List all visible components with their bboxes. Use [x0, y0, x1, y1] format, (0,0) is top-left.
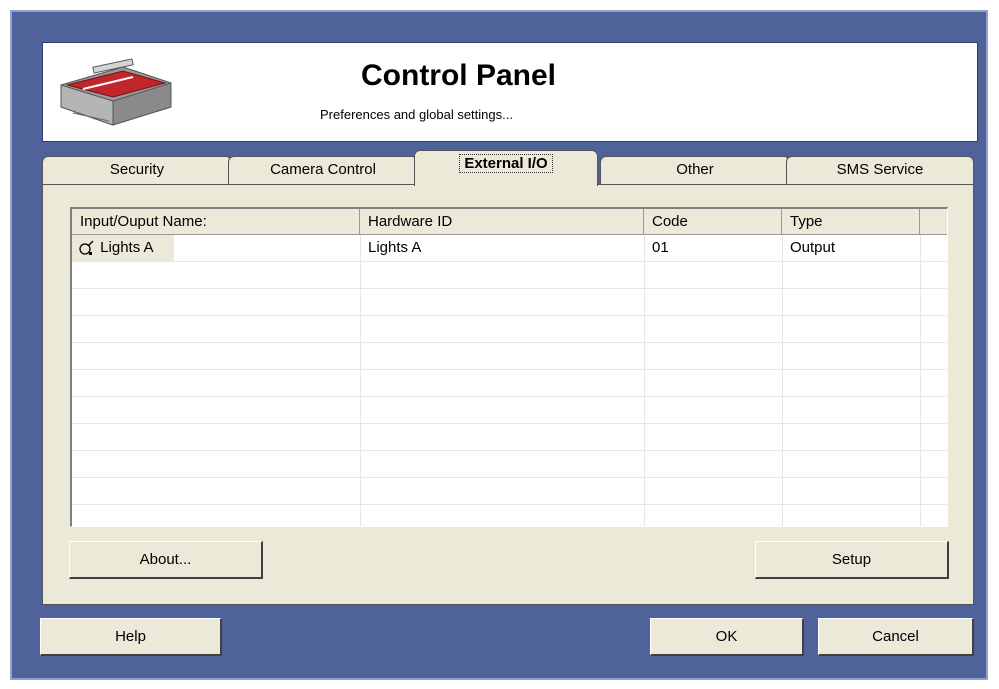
column-header-code[interactable]: Code	[644, 209, 782, 235]
io-output-icon	[79, 240, 94, 256]
table-row-empty	[72, 451, 947, 478]
table-row-empty	[72, 424, 947, 451]
tab-external-io[interactable]: External I/O	[414, 150, 598, 186]
page-title: Control Panel	[361, 59, 557, 92]
table-row-empty	[72, 262, 947, 289]
tab-bar: Security Camera Control External I/O Oth…	[42, 150, 974, 186]
column-header-hardware-id[interactable]: Hardware ID	[360, 209, 644, 235]
tab-other[interactable]: Other	[600, 156, 790, 184]
row-hardware-id: Lights A	[368, 239, 422, 256]
row-name: Lights A	[100, 239, 154, 256]
table-row-empty	[72, 505, 947, 526]
toolbox-icon	[60, 58, 172, 126]
io-list[interactable]: Input/Ouput Name: Hardware ID Code Type …	[70, 207, 948, 527]
about-button[interactable]: About...	[69, 541, 263, 579]
column-header-type[interactable]: Type	[782, 209, 920, 235]
tab-panel: Input/Ouput Name: Hardware ID Code Type …	[42, 184, 974, 605]
table-row-empty	[72, 316, 947, 343]
table-row-empty	[72, 343, 947, 370]
table-row-empty	[72, 397, 947, 424]
help-button[interactable]: Help	[40, 618, 222, 656]
page-subtitle: Preferences and global settings...	[320, 107, 513, 122]
row-type: Output	[790, 239, 836, 256]
ok-button[interactable]: OK	[650, 618, 804, 656]
table-row-empty	[72, 478, 947, 505]
row-name-cell: Lights A	[72, 235, 174, 261]
column-header-name[interactable]: Input/Ouput Name:	[72, 209, 360, 235]
setup-button[interactable]: Setup	[755, 541, 949, 579]
tab-camera-control[interactable]: Camera Control	[228, 156, 418, 184]
header-banner: Control Panel Preferences and global set…	[42, 42, 978, 142]
cancel-button[interactable]: Cancel	[818, 618, 974, 656]
tab-security[interactable]: Security	[42, 156, 232, 184]
table-row-empty	[72, 289, 947, 316]
column-header-filler	[920, 209, 947, 235]
table-row-empty	[72, 370, 947, 397]
tab-sms-service[interactable]: SMS Service	[786, 156, 974, 184]
row-code: 01	[652, 239, 669, 256]
table-row[interactable]: Lights A Lights A 01 Output	[72, 235, 947, 262]
